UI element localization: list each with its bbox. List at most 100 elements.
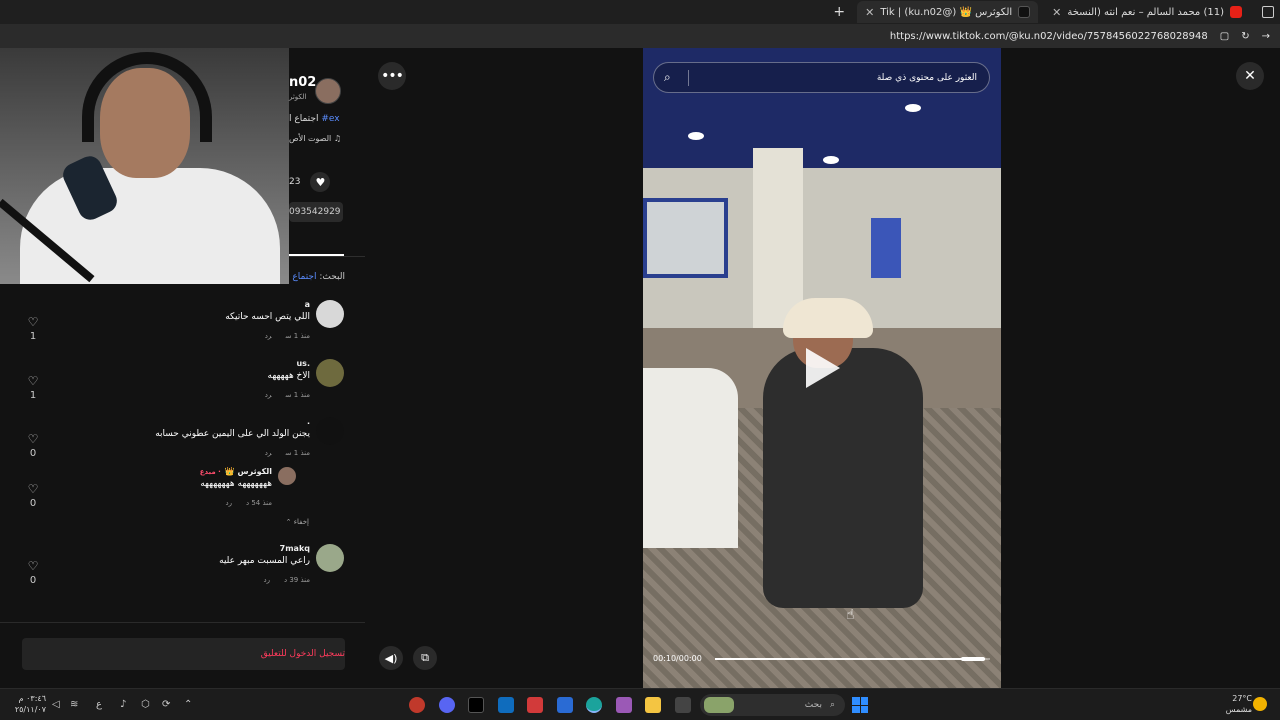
video-window bbox=[643, 198, 728, 278]
engagement-row: 23 ♥ bbox=[289, 172, 331, 192]
music-line[interactable]: الصوت الأص ♫ bbox=[289, 134, 341, 143]
comment-like[interactable]: ♡ 1 bbox=[26, 375, 40, 401]
video-progress-bar[interactable] bbox=[715, 657, 990, 661]
security-tray-icon[interactable]: ⬡ bbox=[141, 699, 150, 710]
comment-like[interactable]: ♡ 1 bbox=[26, 316, 40, 342]
app-icon-taskview[interactable] bbox=[675, 697, 691, 713]
new-tab-button[interactable]: + bbox=[827, 4, 851, 20]
related-search-prefix: البحث: bbox=[319, 272, 345, 282]
reload-icon[interactable]: ↻ bbox=[1241, 31, 1249, 42]
chevron-up-icon[interactable]: ⌃ bbox=[184, 699, 192, 710]
comment-like[interactable]: ♡ 0 bbox=[26, 433, 40, 459]
play-icon[interactable] bbox=[806, 348, 840, 388]
close-icon[interactable]: ✕ bbox=[1236, 62, 1264, 90]
avatar[interactable] bbox=[316, 300, 344, 328]
hide-replies-button[interactable]: إخفاء ⌃ bbox=[286, 518, 309, 526]
reply-button[interactable]: رد bbox=[263, 576, 270, 584]
comment-text: راعي المسبت مبهر عليه bbox=[219, 556, 310, 566]
app-icon-discord[interactable] bbox=[439, 697, 455, 713]
close-tab-icon[interactable]: ✕ bbox=[1052, 6, 1061, 19]
tab-tiktok[interactable]: الكوثرس 👑 (@ku.n02) | Tik ✕ bbox=[857, 1, 1039, 23]
weather-temp: 27°C bbox=[1232, 694, 1252, 703]
comment-username[interactable]: الكوثرس 👑 · مبدع bbox=[200, 467, 272, 476]
app-icon-capcut[interactable] bbox=[468, 697, 484, 713]
headphones-icon bbox=[82, 52, 212, 142]
picture-in-picture-icon[interactable]: ⧉ bbox=[413, 646, 437, 670]
search-icon[interactable]: ⌕ bbox=[664, 70, 671, 85]
comment-item: .us الاخ هههههه منذ 1 سرد ♡ 1 bbox=[0, 359, 350, 403]
app-icon-copilot[interactable] bbox=[616, 697, 632, 713]
search-icon: ⌕ bbox=[829, 700, 835, 710]
tab-youtube[interactable]: (11) محمد السالم – نعم انته (النسخة ✕ bbox=[1044, 1, 1250, 23]
forward-arrow-icon[interactable]: → bbox=[1262, 31, 1270, 42]
comment-item: 7makq راعي المسبت مبهر عليه منذ 39 د رد ♡… bbox=[0, 544, 350, 588]
app-icon-gift[interactable] bbox=[527, 697, 543, 713]
comment-like[interactable]: ♡ 0 bbox=[26, 483, 40, 509]
related-search[interactable]: البحث: اجتماع ا bbox=[289, 272, 345, 282]
windows-start-icon[interactable] bbox=[852, 697, 868, 713]
progress-knob[interactable] bbox=[960, 657, 985, 661]
app-icon-recorder[interactable] bbox=[409, 697, 425, 713]
music-note-icon: ♫ bbox=[333, 134, 341, 143]
windows-taskbar: ٠٣:٤٦ م ٢٥/١١/٠٧ ◁ ≋ ع ♪ ⬡ ⟳ ⌃ ⌕ بحث 27°… bbox=[0, 688, 1280, 720]
wifi-icon[interactable]: ≋ bbox=[70, 699, 78, 710]
app-icon-store[interactable] bbox=[557, 697, 573, 713]
weather-widget[interactable]: 27°C مشمس bbox=[1222, 693, 1252, 715]
heart-icon[interactable]: ♥ bbox=[310, 172, 331, 192]
comment-like[interactable]: ♡ 0 bbox=[26, 560, 40, 586]
comment-time: منذ 1 س bbox=[285, 332, 310, 340]
avatar[interactable] bbox=[316, 359, 344, 387]
reply-username[interactable]: الكوثرس 👑 bbox=[225, 467, 272, 476]
comment-username[interactable]: a bbox=[305, 300, 310, 309]
tiktok-icon bbox=[1018, 6, 1031, 18]
comment-username[interactable]: . bbox=[307, 417, 310, 426]
author-name[interactable]: n02 bbox=[289, 75, 316, 90]
volume-tray-icon[interactable]: ◁ bbox=[52, 699, 60, 710]
taskbar-search[interactable]: ⌕ بحث bbox=[700, 694, 845, 716]
avatar[interactable] bbox=[316, 544, 344, 572]
heart-outline-icon[interactable]: ♡ bbox=[26, 560, 40, 572]
avatar[interactable] bbox=[316, 417, 344, 445]
app-icon-edge[interactable] bbox=[586, 697, 602, 713]
more-options-button[interactable]: ••• bbox=[378, 62, 406, 90]
volume-icon[interactable]: ◀) bbox=[379, 646, 403, 670]
hashtag-link[interactable]: #ex bbox=[321, 114, 339, 124]
language-icon[interactable]: ع bbox=[96, 699, 102, 710]
weather-desc: مشمس bbox=[1225, 705, 1252, 714]
heart-outline-icon[interactable]: ♡ bbox=[26, 483, 40, 495]
tab-actions-icon[interactable] bbox=[1262, 6, 1274, 18]
reply-button[interactable]: رد bbox=[265, 449, 272, 457]
avatar[interactable] bbox=[278, 467, 296, 485]
video-person-body bbox=[763, 348, 923, 608]
heart-outline-icon[interactable]: ♡ bbox=[26, 316, 40, 328]
browser-tab-bar: + الكوثرس 👑 (@ku.n02) | Tik ✕ (11) محمد … bbox=[0, 0, 1280, 24]
tab-label: الكوثرس 👑 (@ku.n02) | Tik bbox=[880, 6, 1013, 18]
related-content-search[interactable]: العثور على محتوى ذي صلة ⌕ bbox=[653, 62, 990, 93]
page-main: n02 الكوثر اجتماع ا #ex الصوت الأص ♫ 23 … bbox=[0, 48, 1280, 688]
comment-username[interactable]: 7makq bbox=[280, 544, 310, 553]
reply-button[interactable]: رد bbox=[265, 332, 272, 340]
copy-link-box[interactable]: 093542929 bbox=[289, 202, 343, 222]
author-avatar[interactable] bbox=[315, 78, 341, 104]
mic-tray-icon[interactable]: ♪ bbox=[120, 699, 126, 710]
comment-like-count: 0 bbox=[29, 498, 37, 509]
heart-outline-icon[interactable]: ♡ bbox=[26, 433, 40, 445]
search-highlight-image bbox=[704, 697, 734, 713]
comment-username[interactable]: .us bbox=[296, 359, 310, 368]
comment-time: منذ 1 س bbox=[285, 391, 310, 399]
reply-button[interactable]: رد bbox=[225, 499, 232, 507]
sync-tray-icon[interactable]: ⟳ bbox=[162, 699, 170, 710]
heart-outline-icon[interactable]: ♡ bbox=[26, 375, 40, 387]
reply-button[interactable]: رد bbox=[265, 391, 272, 399]
app-icon-file-explorer[interactable] bbox=[645, 697, 661, 713]
ceiling-light bbox=[823, 156, 839, 164]
login-to-comment-button[interactable]: تسجيل الدخول للتعليق bbox=[22, 638, 345, 670]
taskbar-clock[interactable]: ٠٣:٤٦ م ٢٥/١١/٠٧ bbox=[8, 693, 46, 715]
app-icon-outlook[interactable] bbox=[498, 697, 514, 713]
close-tab-icon[interactable]: ✕ bbox=[865, 6, 874, 19]
webcam-person-body bbox=[20, 168, 280, 284]
reply-item: الكوثرس 👑 · مبدع هههههههه هههههههه منذ 54… bbox=[0, 467, 350, 511]
video-counter bbox=[871, 218, 901, 278]
url-field[interactable]: https://www.tiktok.com/@ku.n02/video/757… bbox=[890, 31, 1208, 42]
related-search-query[interactable]: اجتماع ا bbox=[289, 272, 316, 282]
